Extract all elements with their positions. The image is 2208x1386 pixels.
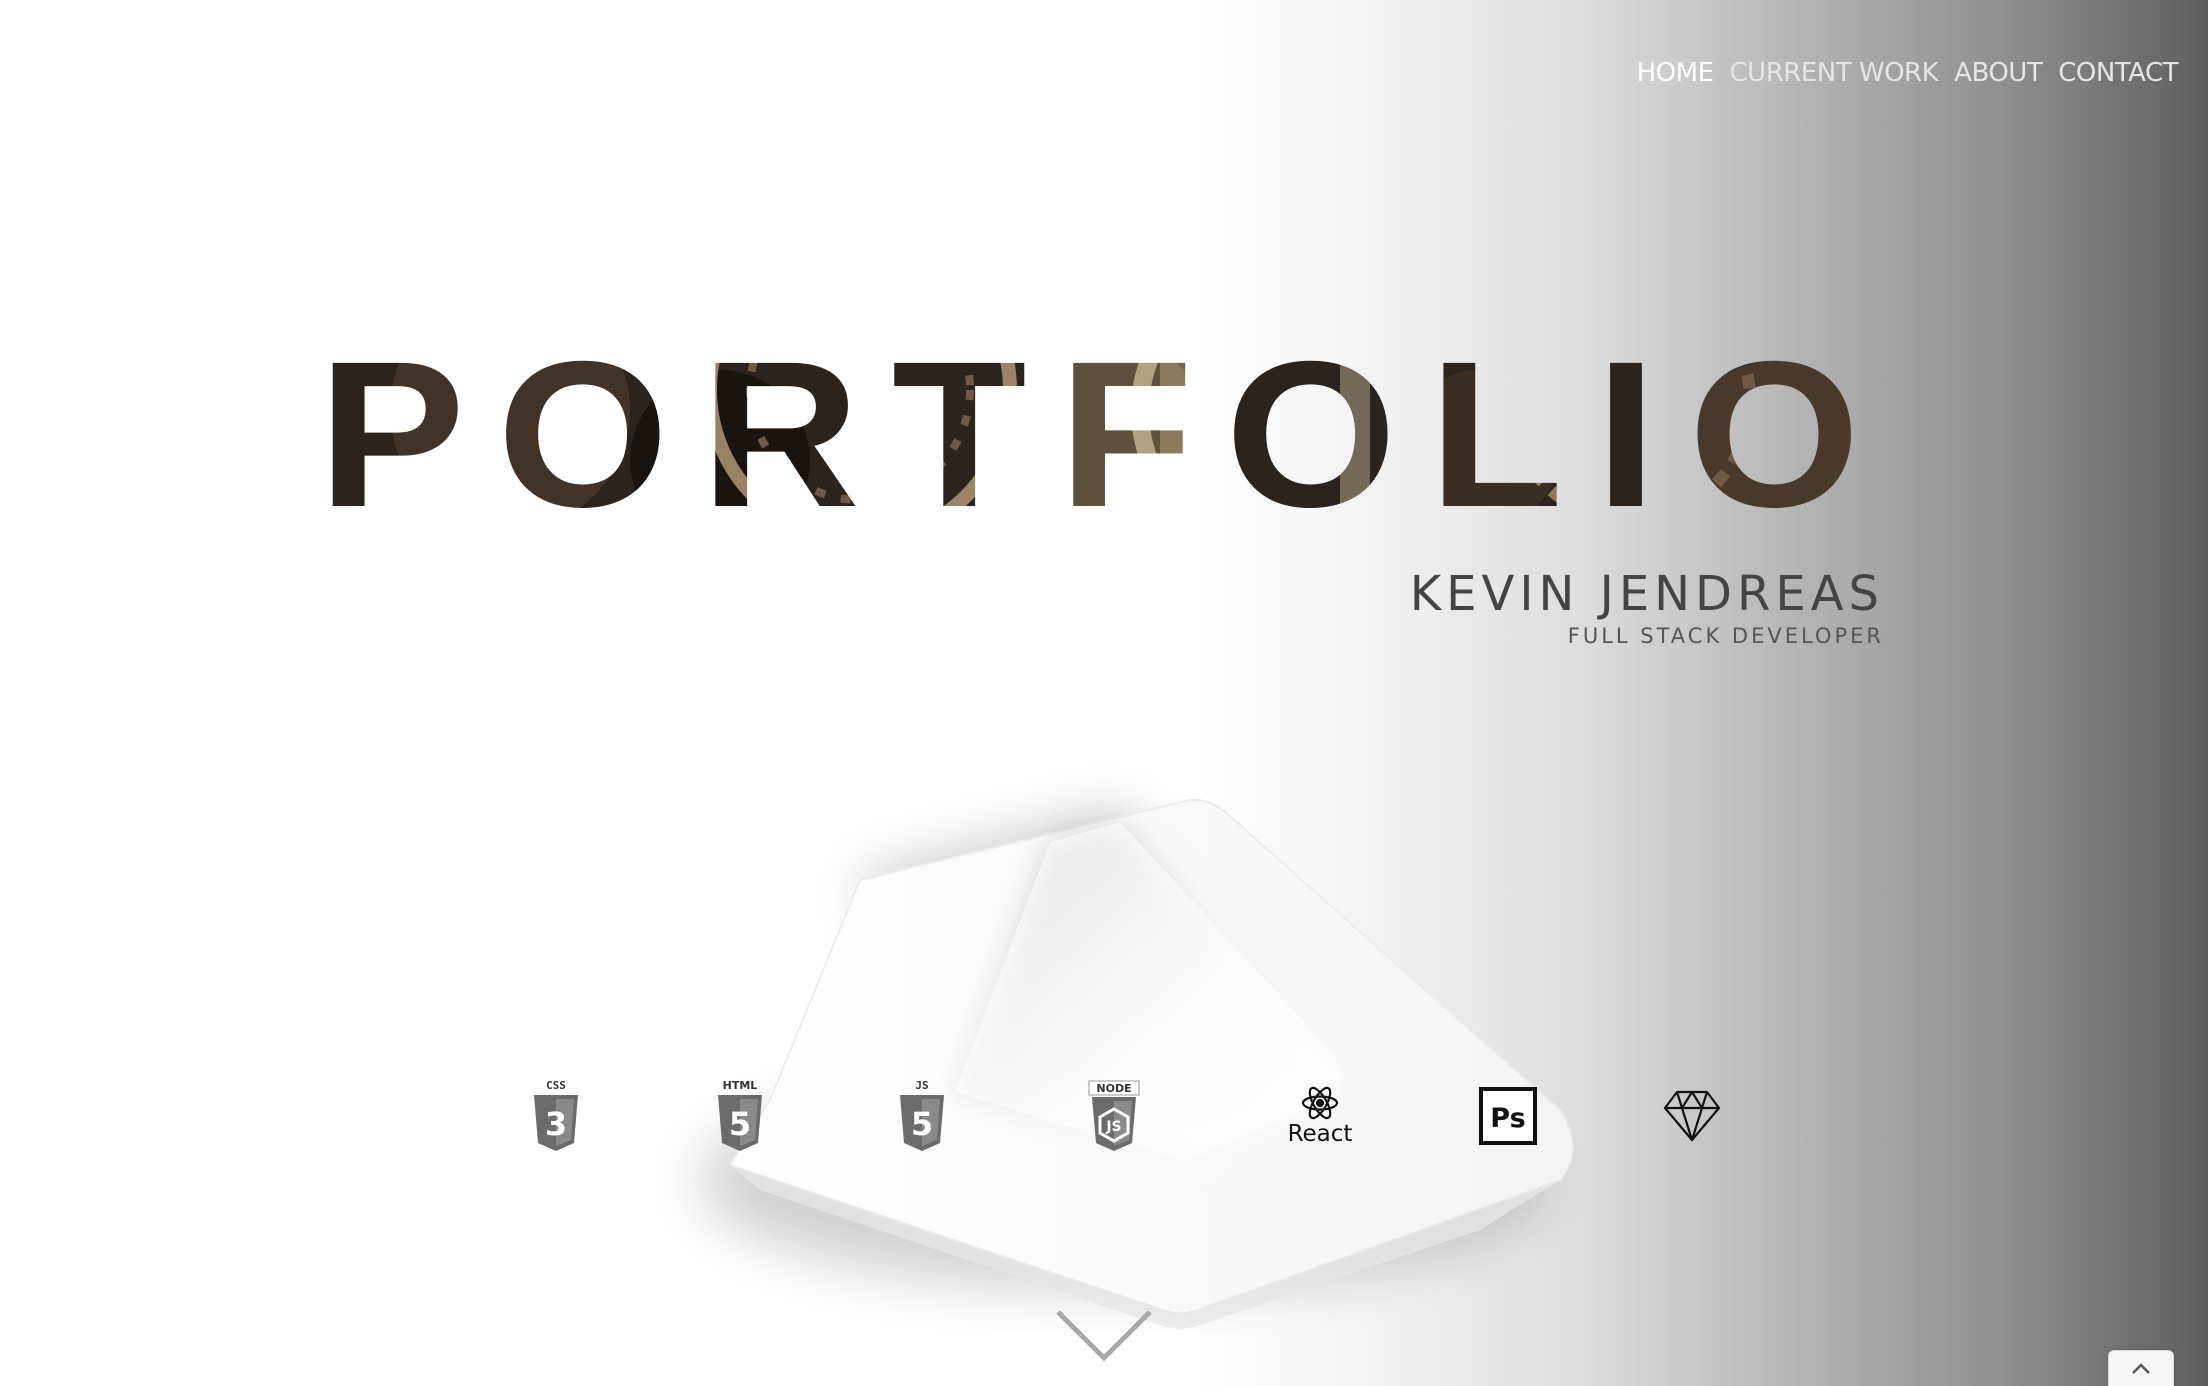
hero-graphic: PORTFOLIO — [318, 319, 1892, 1329]
nodejs-label: NODE — [1096, 1082, 1131, 1095]
react-label: React — [1288, 1121, 1353, 1147]
svg-text:5: 5 — [729, 1105, 751, 1143]
scroll-down-button[interactable] — [1054, 1306, 1154, 1366]
nodejs-icon: NODE JS — [1074, 1076, 1154, 1156]
person-name: KEVIN JENDREAS — [1409, 566, 1884, 622]
folded-logo — [700, 798, 1574, 1329]
hero-title: PORTFOLIO — [318, 319, 1892, 551]
javascript-label: JS — [915, 1079, 928, 1092]
chevron-up-icon — [2132, 1363, 2150, 1374]
page: HOME CURRENT WORK ABOUT CONTACT PORTFOLI… — [0, 0, 2208, 1386]
photoshop-icon: Ps — [1468, 1076, 1548, 1156]
back-to-top-button[interactable] — [2108, 1350, 2174, 1386]
photoshop-label: Ps — [1490, 1103, 1525, 1134]
sketch-icon — [1652, 1076, 1732, 1156]
person-role: FULL STACK DEVELOPER — [1567, 624, 1884, 648]
svg-text:3: 3 — [545, 1105, 567, 1143]
svg-text:5: 5 — [911, 1105, 933, 1143]
javascript-icon: JS 5 — [882, 1076, 962, 1156]
chevron-down-icon — [1056, 1310, 1152, 1362]
react-icon: React — [1275, 1076, 1365, 1156]
hero-identity: KEVIN JENDREAS FULL STACK DEVELOPER — [1410, 566, 1884, 648]
css3-icon: CSS 3 — [516, 1076, 596, 1156]
svg-text:JS: JS — [1105, 1119, 1121, 1135]
css3-label: CSS — [546, 1079, 566, 1092]
html5-icon: HTML 5 — [700, 1076, 780, 1156]
html5-label: HTML — [723, 1079, 758, 1092]
